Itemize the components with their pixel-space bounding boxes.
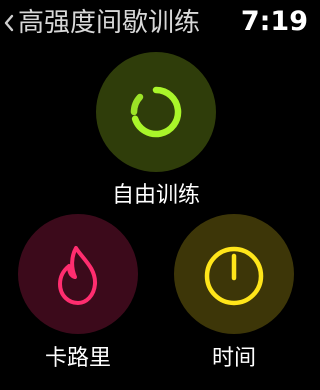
open-goal-tile[interactable]: 自由训练 <box>96 52 216 216</box>
workout-goal-screen: 高强度间歇训练 7:19 自由训练 卡路里 时间 <box>0 0 312 390</box>
flame-icon <box>58 246 98 305</box>
calories-tile[interactable]: 卡路里 <box>18 214 138 378</box>
time-button[interactable] <box>174 214 294 334</box>
open-goal-button[interactable] <box>96 52 216 172</box>
calories-label: 卡路里 <box>44 346 111 371</box>
time-tile[interactable]: 时间 <box>174 214 294 378</box>
stopwatch-icon <box>204 246 264 306</box>
time-label: 时间 <box>211 346 256 371</box>
chevron-left-icon <box>2 11 16 35</box>
page-title: 高强度间歇训练 <box>18 8 201 38</box>
open-goal-label: 自由训练 <box>111 183 200 208</box>
open-goal-ring-icon <box>130 86 182 138</box>
back-button[interactable]: 高强度间歇训练 <box>2 6 200 40</box>
header: 高强度间歇训练 7:19 <box>0 0 312 44</box>
calories-button[interactable] <box>18 214 138 334</box>
status-time: 7:19 <box>240 6 308 37</box>
